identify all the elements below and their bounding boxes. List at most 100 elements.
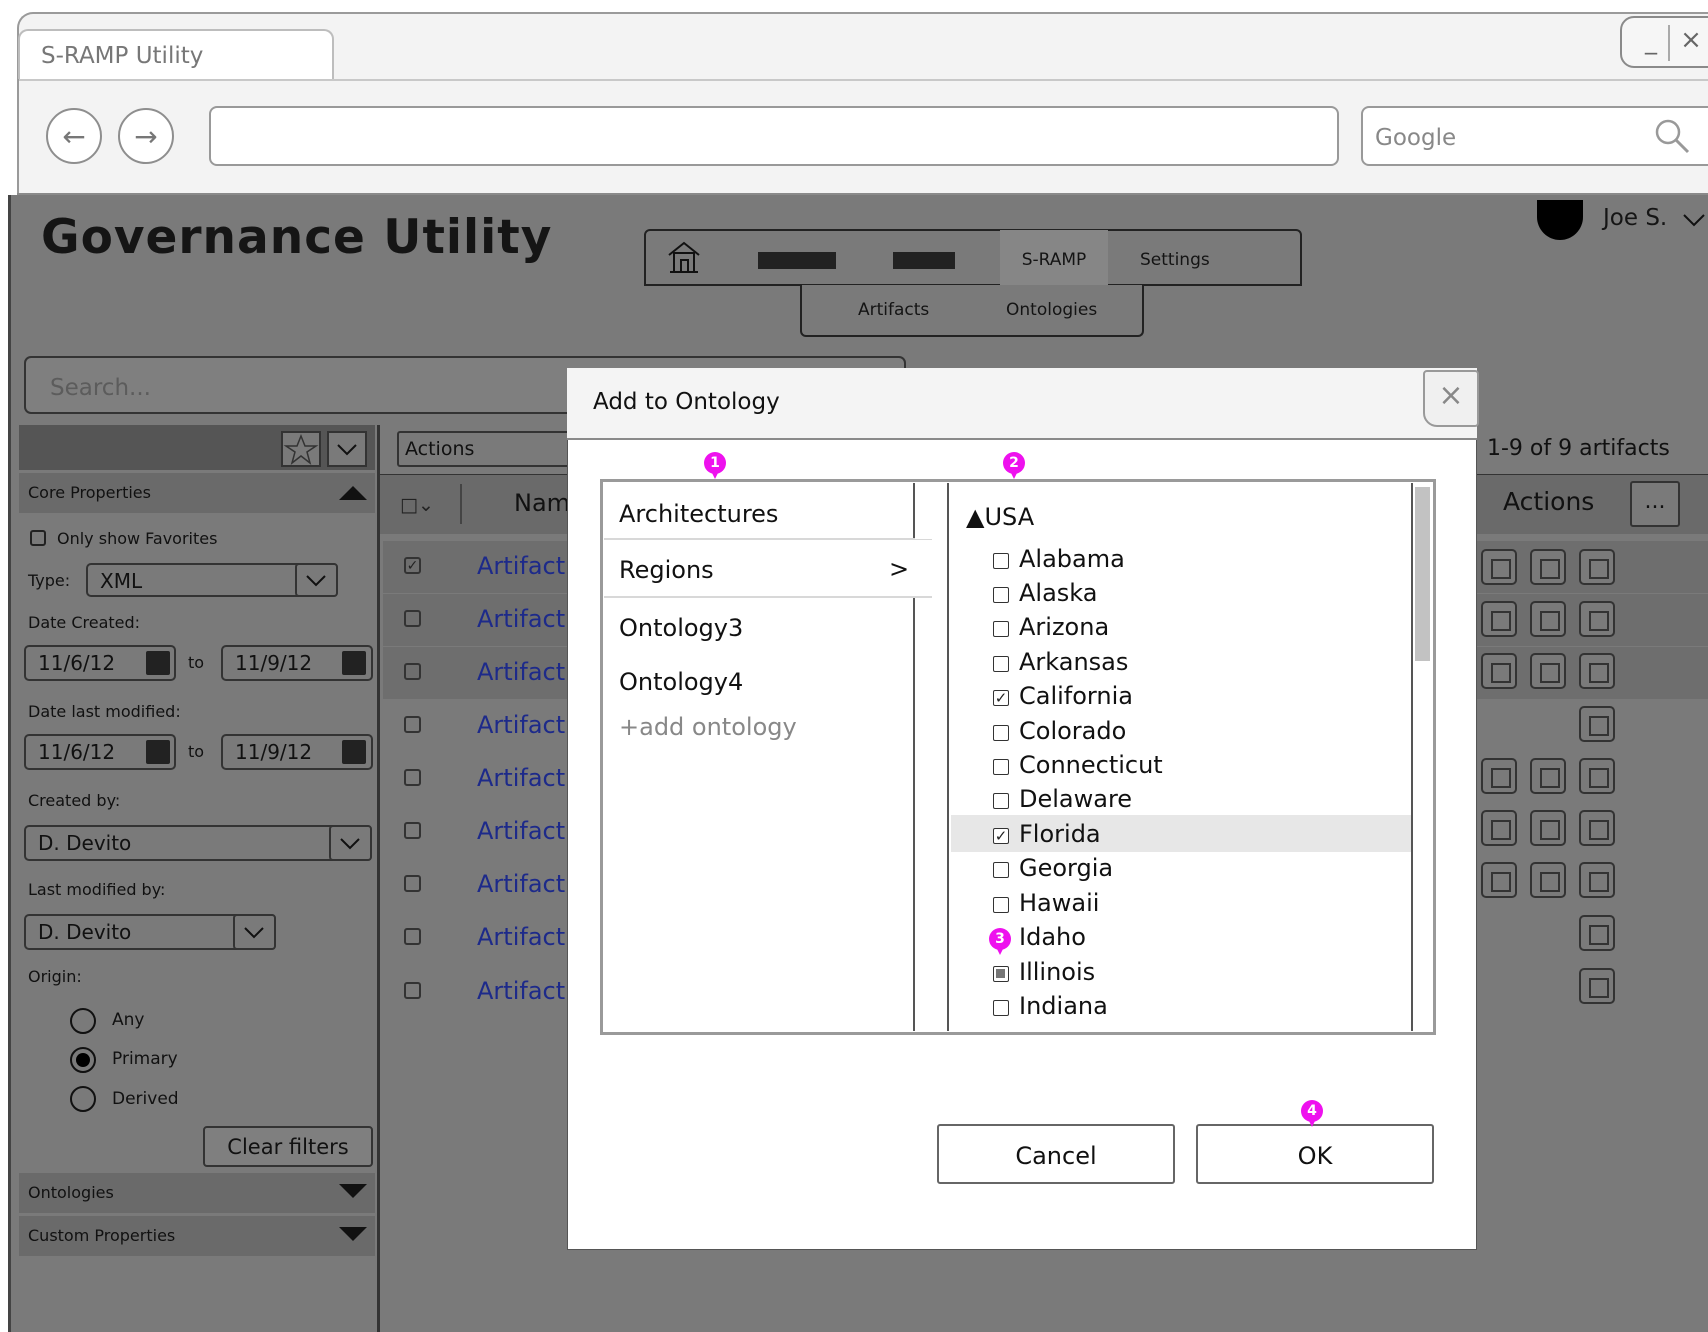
type-dropdown-button[interactable] <box>295 563 338 597</box>
artifact-link[interactable]: Artifact <box>477 605 565 633</box>
row-checkbox[interactable] <box>404 822 421 839</box>
state-checkbox[interactable] <box>993 862 1009 878</box>
artifact-link[interactable]: Artifact <box>477 764 565 792</box>
origin-radio-derived[interactable] <box>70 1086 96 1112</box>
forward-button[interactable]: → <box>118 108 174 164</box>
download-icon[interactable] <box>1579 601 1615 637</box>
state-label[interactable]: Indiana <box>1019 992 1108 1020</box>
state-checkbox-partial[interactable] <box>993 966 1009 982</box>
download-icon[interactable] <box>1579 653 1615 689</box>
favorites-star-button[interactable] <box>281 431 321 467</box>
cancel-button[interactable]: Cancel <box>937 1124 1175 1184</box>
minimize-button[interactable]: _ <box>1636 27 1666 61</box>
tab-settings[interactable]: Settings <box>1140 250 1210 270</box>
artifact-link[interactable]: Artifact <box>477 977 565 1005</box>
state-checkbox[interactable] <box>993 897 1009 913</box>
copy-icon[interactable] <box>1530 549 1566 585</box>
ontology-item-ontology3[interactable]: Ontology3 <box>604 598 915 654</box>
copy-icon[interactable] <box>1481 758 1517 794</box>
download-icon[interactable] <box>1579 968 1615 1004</box>
copy-icon[interactable] <box>1530 758 1566 794</box>
select-all-checkbox[interactable]: □⌄ <box>400 494 434 516</box>
favorites-dropdown[interactable] <box>327 431 367 467</box>
clear-filters-button[interactable]: Clear filters <box>203 1126 373 1167</box>
copy-icon[interactable] <box>1481 549 1517 585</box>
download-icon[interactable] <box>1579 862 1615 898</box>
artifact-link[interactable]: Artifact <box>477 817 565 845</box>
row-checkbox[interactable] <box>404 610 421 627</box>
state-label[interactable]: Alabama <box>1019 545 1125 573</box>
calendar-icon[interactable] <box>146 651 170 675</box>
copy-icon[interactable] <box>1530 810 1566 846</box>
collapse-icon[interactable] <box>339 486 367 500</box>
state-label[interactable]: Alaska <box>1019 579 1097 607</box>
expand-icon[interactable] <box>339 1227 367 1241</box>
row-checkbox[interactable] <box>404 928 421 945</box>
artifact-link[interactable]: Artifact <box>477 870 565 898</box>
back-button[interactable]: ← <box>46 108 102 164</box>
ontologies-section[interactable]: Ontologies <box>19 1173 375 1213</box>
ontology-item-architectures[interactable]: Architectures <box>604 484 915 540</box>
download-icon[interactable] <box>1579 915 1615 951</box>
ontology-item-ontology4[interactable]: Ontology4 <box>604 652 915 708</box>
copy-icon[interactable] <box>1481 601 1517 637</box>
state-checkbox[interactable] <box>993 793 1009 809</box>
copy-icon[interactable] <box>1481 862 1517 898</box>
download-icon[interactable] <box>1579 706 1615 742</box>
modified-by-dropdown-button[interactable] <box>233 914 276 950</box>
subtab-ontologies[interactable]: Ontologies <box>1006 300 1097 320</box>
ontology-item-regions[interactable]: Regions <box>604 540 932 598</box>
state-checkbox[interactable] <box>993 553 1009 569</box>
state-label[interactable]: Delaware <box>1019 785 1132 813</box>
user-name[interactable]: Joe S. <box>1603 205 1667 231</box>
artifact-link[interactable]: Artifact <box>477 711 565 739</box>
artifact-link[interactable]: Artifact <box>477 923 565 951</box>
more-button[interactable]: ... <box>1630 481 1680 527</box>
chevron-down-icon[interactable] <box>1681 210 1707 230</box>
download-icon[interactable] <box>1579 810 1615 846</box>
expand-icon[interactable] <box>339 1184 367 1198</box>
row-checkbox[interactable] <box>404 663 421 680</box>
artifact-link[interactable]: Artifact <box>477 658 565 686</box>
state-label[interactable]: California <box>1019 682 1133 710</box>
state-label[interactable]: Illinois <box>1019 958 1095 986</box>
nav-tab-placeholder[interactable] <box>758 252 836 269</box>
tree-node-usa[interactable]: ▲USA <box>966 503 1034 531</box>
column-name[interactable]: Nam <box>514 489 570 517</box>
download-icon[interactable] <box>1579 549 1615 585</box>
copy-icon[interactable] <box>1530 862 1566 898</box>
close-button[interactable]: × <box>1423 370 1479 427</box>
download-icon[interactable] <box>1579 758 1615 794</box>
window-close-button[interactable]: × <box>1676 25 1706 61</box>
state-label[interactable]: Arizona <box>1019 613 1109 641</box>
state-checkbox[interactable] <box>993 656 1009 672</box>
ok-button[interactable]: OK <box>1196 1124 1434 1184</box>
state-label[interactable]: Arkansas <box>1019 648 1128 676</box>
state-checkbox[interactable] <box>993 587 1009 603</box>
browser-tab[interactable]: S-RAMP Utility <box>18 29 334 79</box>
row-checkbox[interactable]: ✓ <box>404 557 421 574</box>
row-checkbox[interactable] <box>404 716 421 733</box>
state-label[interactable]: Georgia <box>1019 854 1113 882</box>
state-checkbox[interactable] <box>993 1000 1009 1016</box>
origin-radio-primary[interactable] <box>70 1047 96 1073</box>
subtab-artifacts[interactable]: Artifacts <box>858 300 929 320</box>
core-properties-section[interactable]: Core Properties <box>19 473 375 513</box>
state-label[interactable]: Hawaii <box>1019 889 1099 917</box>
tree-scrollbar-thumb[interactable] <box>1415 487 1430 661</box>
copy-icon[interactable] <box>1481 653 1517 689</box>
state-label[interactable]: Connecticut <box>1019 751 1163 779</box>
copy-icon[interactable] <box>1530 653 1566 689</box>
state-checkbox[interactable] <box>993 725 1009 741</box>
calendar-icon[interactable] <box>146 740 170 764</box>
search-icon[interactable] <box>1652 116 1692 156</box>
state-label[interactable]: Colorado <box>1019 717 1126 745</box>
calendar-icon[interactable] <box>342 651 366 675</box>
custom-properties-section[interactable]: Custom Properties <box>19 1216 375 1256</box>
created-by-select[interactable]: D. Devito <box>24 825 372 861</box>
copy-icon[interactable] <box>1481 810 1517 846</box>
collapse-triangle-icon[interactable]: ▲ <box>966 503 984 531</box>
row-checkbox[interactable] <box>404 769 421 786</box>
favorites-checkbox[interactable] <box>30 530 46 546</box>
state-checkbox-checked[interactable]: ✓ <box>993 690 1009 706</box>
